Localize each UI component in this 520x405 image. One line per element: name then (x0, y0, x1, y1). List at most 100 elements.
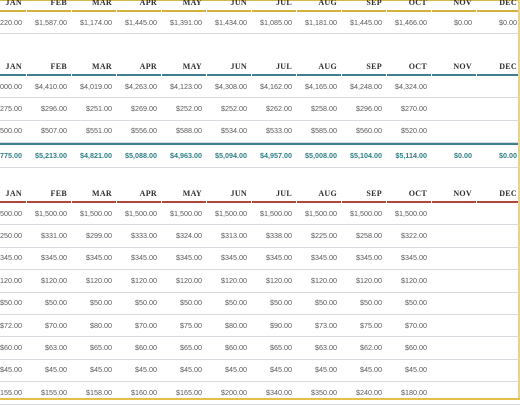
cell-jan[interactable]: $345.00 (0, 253, 26, 263)
cell-oct[interactable]: $120.00 (387, 276, 431, 286)
cell-sep[interactable]: $75.00 (342, 321, 386, 331)
cell-aug[interactable]: $63.00 (297, 343, 341, 353)
cell-jul[interactable]: $1,500.00 (252, 209, 296, 219)
cell-apr[interactable]: $269.00 (117, 104, 161, 114)
cell-jun[interactable]: $1,434.00 (207, 18, 251, 28)
cell-mar[interactable]: $50.00 (72, 298, 116, 308)
cell-oct[interactable]: $50.00 (387, 298, 431, 308)
cell-may[interactable]: $50.00 (162, 298, 206, 308)
cell-jul[interactable]: $4,957.00 (252, 151, 296, 161)
cell-mar[interactable]: $45.00 (72, 365, 116, 375)
cell-feb[interactable]: $507.00 (27, 126, 71, 136)
cell-oct[interactable]: $520.00 (387, 126, 431, 136)
cell-apr[interactable]: $160.00 (117, 388, 161, 398)
cell-mar[interactable]: $251.00 (72, 104, 116, 114)
cell-aug[interactable]: $345.00 (297, 253, 341, 263)
cell-oct[interactable]: $70.00 (387, 321, 431, 331)
cell-sep[interactable]: $45.00 (342, 365, 386, 375)
cell-aug[interactable]: $120.00 (297, 276, 341, 286)
cell-aug[interactable]: $4,165.00 (297, 82, 341, 92)
cell-jun[interactable]: $45.00 (207, 365, 251, 375)
cell-apr[interactable]: $345.00 (117, 253, 161, 263)
cell-jul[interactable]: $90.00 (252, 321, 296, 331)
cell-jul[interactable]: $50.00 (252, 298, 296, 308)
cell-may[interactable]: $252.00 (162, 104, 206, 114)
cell-may[interactable]: $1,500.00 (162, 209, 206, 219)
cell-oct[interactable]: $5,114.00 (387, 151, 431, 161)
cell-may[interactable]: $75.00 (162, 321, 206, 331)
cell-feb[interactable]: $120.00 (27, 276, 71, 286)
cell-mar[interactable]: $1,500.00 (72, 209, 116, 219)
cell-sep[interactable]: $1,445.00 (342, 18, 386, 28)
cell-may[interactable]: $324.00 (162, 231, 206, 241)
cell-apr[interactable]: $333.00 (117, 231, 161, 241)
cell-feb[interactable]: $70.00 (27, 321, 71, 331)
cell-jul[interactable]: $65.00 (252, 343, 296, 353)
cell-mar[interactable]: $1,174.00 (72, 18, 116, 28)
cell-mar[interactable]: $551.00 (72, 126, 116, 136)
cell-aug[interactable]: $350.00 (297, 388, 341, 398)
cell-jun[interactable]: $1,500.00 (207, 209, 251, 219)
cell-apr[interactable]: $45.00 (117, 365, 161, 375)
cell-aug[interactable]: $5,008.00 (297, 151, 341, 161)
cell-oct[interactable]: $60.00 (387, 343, 431, 353)
cell-jan[interactable]: $4,775.00 (0, 151, 26, 161)
cell-jun[interactable]: $60.00 (207, 343, 251, 353)
cell-aug[interactable]: $50.00 (297, 298, 341, 308)
cell-jun[interactable]: $120.00 (207, 276, 251, 286)
cell-jun[interactable]: $50.00 (207, 298, 251, 308)
cell-apr[interactable]: $1,500.00 (117, 209, 161, 219)
cell-sep[interactable]: $5,104.00 (342, 151, 386, 161)
cell-mar[interactable]: $158.00 (72, 388, 116, 398)
cell-aug[interactable]: $225.00 (297, 231, 341, 241)
cell-apr[interactable]: $50.00 (117, 298, 161, 308)
cell-oct[interactable]: $180.00 (387, 388, 431, 398)
cell-jul[interactable]: $262.00 (252, 104, 296, 114)
cell-may[interactable]: $4,123.00 (162, 82, 206, 92)
cell-may[interactable]: $65.00 (162, 343, 206, 353)
cell-oct[interactable]: $4,324.00 (387, 82, 431, 92)
cell-jun[interactable]: $80.00 (207, 321, 251, 331)
cell-sep[interactable]: $345.00 (342, 253, 386, 263)
cell-jan[interactable]: $45.00 (0, 365, 26, 375)
cell-jun[interactable]: $345.00 (207, 253, 251, 263)
cell-jul[interactable]: $345.00 (252, 253, 296, 263)
cell-sep[interactable]: $258.00 (342, 231, 386, 241)
cell-jun[interactable]: $534.00 (207, 126, 251, 136)
cell-nov[interactable]: $0.00 (432, 151, 476, 161)
cell-feb[interactable]: $155.00 (27, 388, 71, 398)
cell-jun[interactable]: $5,094.00 (207, 151, 251, 161)
cell-aug[interactable]: $258.00 (297, 104, 341, 114)
cell-jan[interactable]: $60.00 (0, 343, 26, 353)
cell-nov[interactable]: $0.00 (432, 18, 476, 28)
cell-jul[interactable]: $1,085.00 (252, 18, 296, 28)
cell-apr[interactable]: $120.00 (117, 276, 161, 286)
cell-sep[interactable]: $50.00 (342, 298, 386, 308)
cell-jun[interactable]: $313.00 (207, 231, 251, 241)
cell-jan[interactable]: $120.00 (0, 276, 26, 286)
cell-jun[interactable]: $252.00 (207, 104, 251, 114)
cell-oct[interactable]: $345.00 (387, 253, 431, 263)
cell-jun[interactable]: $4,308.00 (207, 82, 251, 92)
cell-feb[interactable]: $4,410.00 (27, 82, 71, 92)
cell-feb[interactable]: $5,213.00 (27, 151, 71, 161)
cell-oct[interactable]: $45.00 (387, 365, 431, 375)
cell-dec[interactable]: $0.00 (477, 18, 520, 28)
cell-oct[interactable]: $270.00 (387, 104, 431, 114)
cell-feb[interactable]: $345.00 (27, 253, 71, 263)
cell-feb[interactable]: $1,587.00 (27, 18, 71, 28)
cell-sep[interactable]: $120.00 (342, 276, 386, 286)
cell-jul[interactable]: $533.00 (252, 126, 296, 136)
cell-sep[interactable]: $1,500.00 (342, 209, 386, 219)
cell-jan[interactable]: $250.00 (0, 231, 26, 241)
cell-mar[interactable]: $345.00 (72, 253, 116, 263)
cell-jul[interactable]: $340.00 (252, 388, 296, 398)
cell-oct[interactable]: $322.00 (387, 231, 431, 241)
cell-aug[interactable]: $73.00 (297, 321, 341, 331)
cell-jul[interactable]: $45.00 (252, 365, 296, 375)
cell-mar[interactable]: $120.00 (72, 276, 116, 286)
cell-jul[interactable]: $338.00 (252, 231, 296, 241)
cell-feb[interactable]: $45.00 (27, 365, 71, 375)
cell-may[interactable]: $120.00 (162, 276, 206, 286)
cell-aug[interactable]: $1,181.00 (297, 18, 341, 28)
